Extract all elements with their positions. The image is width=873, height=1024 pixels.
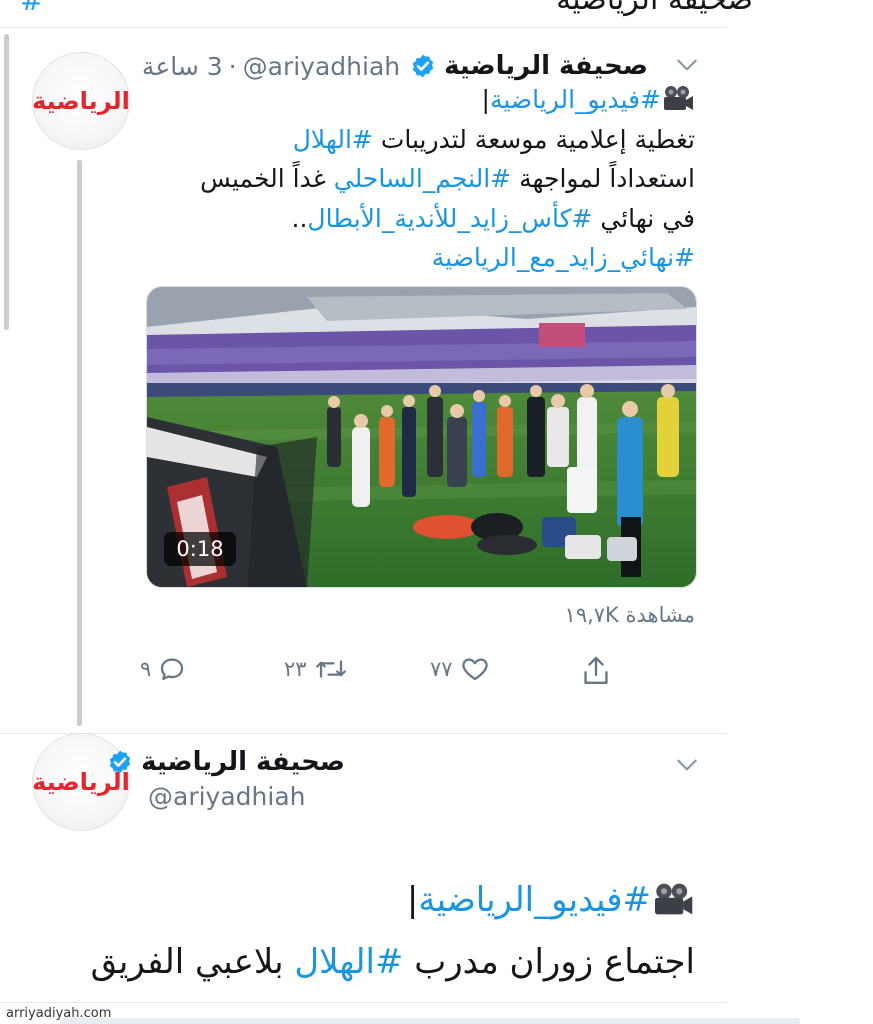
previous-tweet-fragment: صحيفة الرياضية # [0, 0, 873, 28]
avatar[interactable]: الرياضية [32, 52, 130, 150]
tweet-timestamp[interactable]: 3 ساعة [142, 52, 223, 81]
verified-badge-icon [109, 750, 131, 774]
verified-badge-icon [412, 54, 434, 78]
tweet-line-1: #فيديو_الرياضية| [407, 880, 695, 920]
tweet-line-3: استعداداً لمواجهة #النجم_الساحلي غداً ال… [135, 159, 695, 199]
tweet-header: صحيفة الرياضية [97, 744, 345, 780]
tweet-text-fragment: تغطية إعلامية موسعة لتدريبات [372, 124, 695, 154]
tweet-text-fragment: استعداداً لمواجهة [511, 164, 695, 193]
user-handle[interactable]: @ariyadhiah [243, 52, 400, 81]
hashtag-link[interactable]: #فيديو_الرياضية [490, 85, 661, 114]
tweet-divider [0, 1002, 727, 1003]
chevron-down-icon[interactable] [674, 752, 700, 778]
hashtag-link[interactable]: #الهلال [294, 942, 403, 982]
tweet-text-fragment: اجتماع زوران مدرب [403, 942, 695, 982]
text-bar: | [406, 880, 419, 920]
reply-button[interactable]: ٩ [140, 654, 187, 684]
tweet-divider [0, 27, 727, 28]
hashtag-link[interactable]: #النجم_الساحلي [334, 164, 511, 193]
hashtag-link[interactable]: #نهائي_زايد_مع_الرياضية [432, 243, 695, 272]
tweet-line-5: #نهائي_زايد_مع_الرياضية [135, 238, 695, 278]
thread-line [77, 160, 82, 726]
avatar-logo: الرياضية [32, 87, 130, 115]
next-card-edge [60, 1018, 800, 1024]
like-icon [461, 658, 488, 681]
movie-camera-icon [655, 883, 693, 915]
tweet-text-fragment: بلاعبي الفريق [90, 942, 295, 982]
scrollbar[interactable] [4, 34, 9, 330]
retweet-icon [315, 660, 346, 678]
hashtag-link[interactable]: #فيديو_الرياضية [418, 880, 651, 920]
chevron-down-icon[interactable] [674, 52, 700, 78]
previous-tweet-text: صحيفة الرياضية [556, 0, 753, 17]
tweet-text-fragment: غداً الخميس [200, 164, 334, 193]
movie-camera-icon [664, 86, 693, 110]
tweet-divider [0, 733, 727, 734]
text-bar: | [481, 85, 490, 114]
user-handle[interactable]: @ariyadhiah [148, 782, 305, 811]
tweet-header: صحيفة الرياضية @ariyadhiah · 3 ساعة [142, 48, 648, 84]
reply-icon [161, 658, 184, 681]
hashtag-link[interactable]: #كأس_زايد_للأندية_الأبطال [307, 204, 592, 233]
like-button[interactable]: ٧٧ [430, 654, 491, 684]
previous-tweet-link[interactable]: # [20, 0, 43, 17]
like-count: ٧٧ [430, 657, 453, 681]
tweet-body: #فيديو_الرياضية| تغطية إعلامية موسعة لتد… [135, 80, 695, 278]
share-icon [584, 656, 608, 684]
hashtag-link[interactable]: #الهلال [293, 125, 373, 154]
separator-dot: · [228, 51, 237, 81]
video-duration-badge: 0:18 [164, 532, 236, 566]
retweet-count: ٢٣ [284, 657, 307, 681]
view-count: مشاهدة ١٩,٧K [564, 603, 695, 627]
tweet-line-1: #فيديو_الرياضية| [135, 80, 695, 120]
tweet-text-fragment: .. [291, 203, 308, 233]
tweet-line-4: في نهائي #كأس_زايد_للأندية_الأبطال.. [135, 199, 696, 239]
display-name[interactable]: صحيفة الرياضية [141, 747, 345, 777]
tweet-line-2: اجتماع زوران مدرب #الهلال بلاعبي الفريق [91, 942, 695, 982]
retweet-button[interactable]: ٢٣ [284, 654, 349, 684]
display-name[interactable]: صحيفة الرياضية [444, 51, 648, 81]
tweet-line-2: تغطية إعلامية موسعة لتدريبات #الهلال [135, 120, 695, 160]
tweet-text-fragment: في نهائي [592, 203, 695, 233]
reply-count: ٩ [140, 657, 152, 681]
share-button[interactable] [580, 654, 612, 688]
